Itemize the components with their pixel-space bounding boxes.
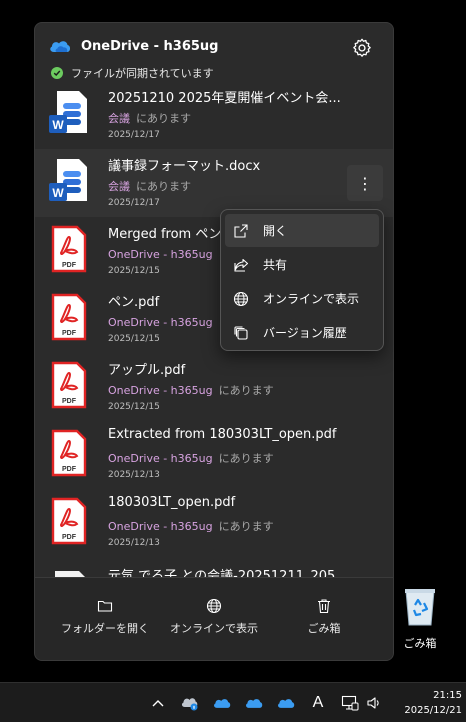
view-online-button[interactable]: オンラインで表示 [159, 598, 269, 648]
file-date: 2025/12/15 [108, 402, 160, 412]
desktop-recycle-bin[interactable]: ごみ箱 [398, 585, 442, 651]
file-name: アップル.pdf [108, 363, 186, 378]
file-meta: 会議 にあります [108, 112, 191, 125]
sync-status: ファイルが同期されています [51, 65, 214, 81]
file-name: 20251210 2025年夏開催イベント会... [108, 91, 341, 106]
file-date: 2025/12/15 [108, 334, 160, 344]
file-meta: OneDrive - h365ugに [108, 316, 230, 329]
word-badge-label: W [52, 186, 64, 200]
menu-item-label: 開く [263, 224, 288, 238]
trash-icon [318, 599, 330, 614]
recycle-bin-button[interactable]: ごみ箱 [269, 598, 379, 648]
flyout-title: OneDrive - h365ug [81, 39, 219, 54]
pdf-label: PDF [62, 534, 77, 541]
file-date: 2025/12/17 [108, 130, 160, 140]
document-file-icon [55, 571, 85, 577]
pdf-label: PDF [62, 262, 77, 269]
gear-icon[interactable] [351, 37, 373, 59]
menu-item-open[interactable]: 開く [225, 214, 379, 247]
globe-icon [206, 598, 222, 614]
menu-item-share[interactable]: 共有 [225, 248, 379, 281]
pdf-label: PDF [62, 466, 77, 473]
menu-item-label: 共有 [263, 258, 288, 272]
onedrive-cloud-icon[interactable] [244, 693, 264, 713]
file-item[interactable]: PDF アップル.pdf OneDrive - h365ug にあります 2025… [35, 353, 393, 421]
pdf-label: PDF [62, 398, 77, 405]
check-circle-icon [51, 67, 63, 79]
word-badge-label: W [52, 118, 64, 132]
open-external-icon [234, 223, 248, 238]
file-meta: OneDrive - h365ugに [108, 248, 230, 261]
recycle-bin-label: ごみ箱 [403, 637, 437, 650]
onedrive-cloud-icon [50, 41, 71, 52]
open-folder-button[interactable]: フォルダーを開く [50, 598, 160, 648]
open-folder-label: フォルダーを開く [61, 622, 149, 635]
file-meta: OneDrive - h365ug にあります [108, 452, 274, 465]
file-name: 議事録フォーマット.docx [108, 159, 261, 174]
file-meta: OneDrive - h365ug にあります [108, 520, 274, 533]
clock-date: 2025/12/21 [404, 705, 462, 716]
taskbar: A 21:15 2025/12/21 [0, 682, 466, 722]
pdf-file-icon: PDF [51, 497, 87, 545]
flyout-header: OneDrive - h365ug ファイルが同期されています [35, 23, 393, 85]
network-icon[interactable] [340, 693, 360, 713]
menu-item-version-history[interactable]: バージョン履歴 [225, 316, 379, 349]
recycle-bin-label: ごみ箱 [307, 622, 341, 635]
file-meta: 会議 にあります [108, 180, 191, 193]
onedrive-info-icon[interactable] [180, 693, 200, 713]
pdf-label: PDF [62, 330, 77, 337]
more-options-button[interactable]: ⋮ [347, 165, 383, 201]
pdf-file-icon: PDF [51, 293, 87, 341]
view-online-label: オンラインで表示 [170, 622, 258, 635]
onedrive-cloud-icon[interactable] [276, 693, 296, 713]
file-date: 2025/12/17 [108, 198, 160, 208]
folder-icon [97, 600, 113, 612]
file-item[interactable]: PDF 180303LT_open.pdf OneDrive - h365ug に… [35, 489, 393, 557]
file-item[interactable]: PDF Extracted from 180303LT_open.pdf One… [35, 421, 393, 489]
onedrive-cloud-icon[interactable] [212, 693, 232, 713]
pdf-file-icon: PDF [51, 225, 87, 273]
globe-icon [233, 291, 249, 306]
file-date: 2025/12/13 [108, 470, 160, 480]
file-date: 2025/12/13 [108, 538, 160, 548]
volume-icon[interactable] [364, 693, 384, 713]
ime-indicator[interactable]: A [308, 693, 328, 713]
file-item[interactable]: 元気 でる子 との会議-20251211_205... [35, 557, 393, 577]
file-date: 2025/12/15 [108, 266, 160, 276]
pdf-file-icon: PDF [51, 429, 87, 477]
file-meta: OneDrive - h365ug にあります [108, 384, 274, 397]
share-icon [234, 258, 249, 272]
chevron-up-icon[interactable] [148, 693, 168, 713]
clock-time: 21:15 [433, 690, 462, 701]
flyout-bottom-bar: フォルダーを開く オンラインで表示 ごみ箱 [35, 577, 393, 660]
file-item[interactable]: W 20251210 2025年夏開催イベント会... 会議 にあります 2025… [35, 81, 393, 149]
menu-item-view-online[interactable]: オンラインで表示 [225, 282, 379, 315]
file-name: 元気 でる子 との会議-20251211_205... [108, 569, 348, 577]
recycle-bin-icon [405, 589, 435, 626]
version-history-icon [234, 325, 248, 340]
file-item-selected[interactable]: W 議事録フォーマット.docx 会議 にあります 2025/12/17 ⋮ [35, 149, 393, 217]
pdf-file-icon: PDF [51, 361, 87, 409]
word-file-icon: W [49, 91, 87, 133]
menu-item-label: バージョン履歴 [263, 326, 347, 340]
word-file-icon: W [49, 159, 87, 201]
file-name: 180303LT_open.pdf [108, 495, 236, 510]
file-context-menu: 開く 共有 オンラインで表示 バージョン履歴 [220, 209, 384, 351]
sync-status-text: ファイルが同期されています [71, 67, 214, 80]
file-name: Extracted from 180303LT_open.pdf [108, 427, 337, 442]
taskbar-clock[interactable]: 21:15 2025/12/21 [392, 688, 462, 718]
menu-item-label: オンラインで表示 [263, 292, 360, 306]
